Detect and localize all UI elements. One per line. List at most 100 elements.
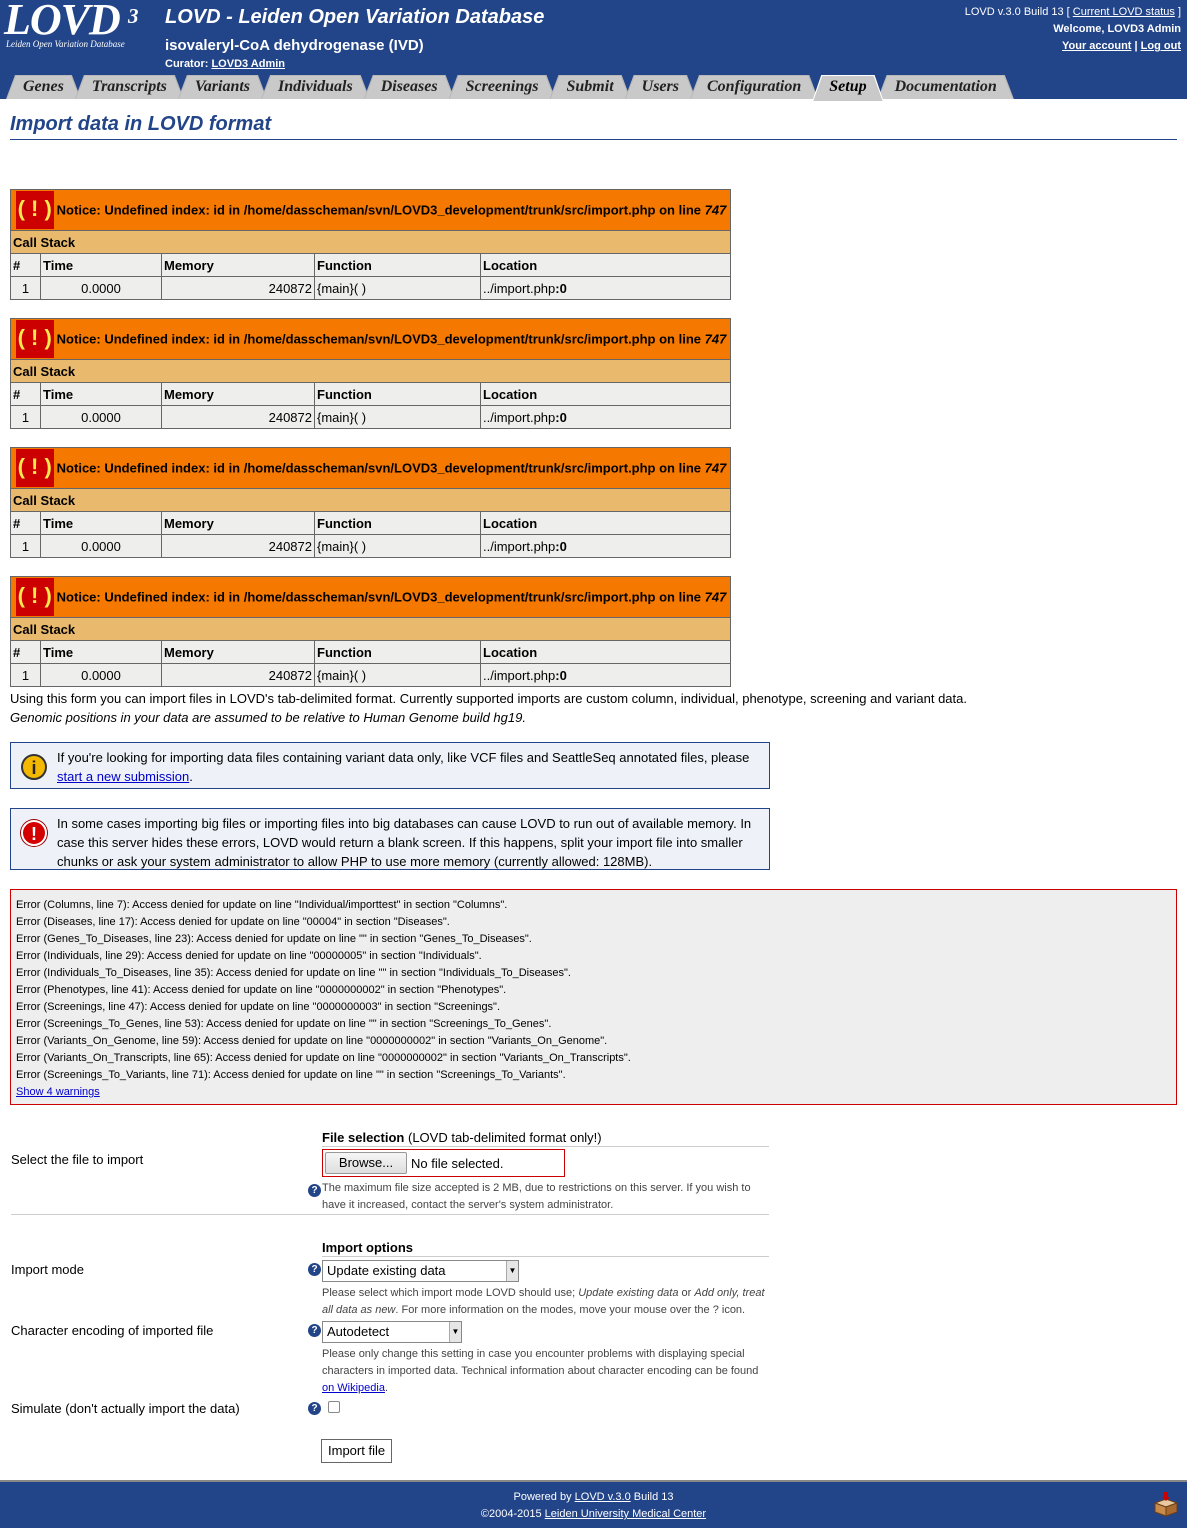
- curator-link[interactable]: LOVD3 Admin: [211, 58, 285, 70]
- column-header: Time: [40, 511, 162, 535]
- tab-transcripts[interactable]: Transcripts: [75, 75, 184, 99]
- page-title: Import data in LOVD format: [10, 113, 272, 135]
- stack-cell: {main}( ): [314, 663, 481, 687]
- stack-cell: ../import.php:0: [480, 405, 731, 429]
- stack-location-line: :0: [555, 280, 567, 296]
- file-input[interactable]: Browse... No file selected.: [322, 1149, 565, 1177]
- stack-cell: ../import.php:0: [480, 663, 731, 687]
- tab-diseases[interactable]: Diseases: [364, 75, 455, 99]
- error-line: Error (Genes_To_Diseases, line 23): Acce…: [16, 933, 532, 945]
- footer-copyright: ©2004-2015 Leiden University Medical Cen…: [0, 1506, 1187, 1523]
- user-panel: LOVD v.3.0 Build 13 [ Current LOVD statu…: [965, 4, 1181, 55]
- lovd-version-link[interactable]: LOVD v.3.0: [575, 1491, 631, 1503]
- column-header: Memory: [161, 511, 315, 535]
- error-line: Error (Diseases, line 17): Access denied…: [16, 916, 450, 928]
- package-icon[interactable]: [1153, 1491, 1179, 1517]
- tab-setup[interactable]: Setup: [812, 75, 883, 101]
- import-mode-select[interactable]: Update existing data ▼: [322, 1260, 519, 1282]
- stack-cell: {main}( ): [314, 534, 481, 558]
- php-notice-table: ( ! ) Notice: Undefined index: id in /hom…: [10, 576, 731, 687]
- exclamation-icon: ( ! ): [15, 191, 54, 229]
- stack-cell: {main}( ): [314, 276, 481, 300]
- charset-select[interactable]: Autodetect ▼: [322, 1321, 462, 1343]
- notice-line-number: 747: [704, 202, 727, 218]
- info-box-vcf: i If you're looking for importing data f…: [10, 742, 770, 789]
- error-line: Error (Variants_On_Genome, line 59): Acc…: [16, 1035, 608, 1047]
- version-suffix: ]: [1177, 6, 1181, 18]
- help-icon[interactable]: ?: [308, 1263, 321, 1276]
- stack-cell: 240872: [161, 276, 315, 300]
- tab-configuration[interactable]: Configuration: [690, 75, 818, 99]
- error-line: Error (Individuals_To_Diseases, line 35)…: [16, 967, 571, 979]
- start-new-submission-link[interactable]: start a new submission: [57, 769, 189, 784]
- stack-cell: 0.0000: [40, 534, 162, 558]
- column-header: Time: [40, 253, 162, 277]
- notice-message: Notice: Undefined index: id in /home/das…: [57, 590, 727, 605]
- lovd-logo[interactable]: LOVD 3 Leiden Open Variation Database: [2, 0, 152, 60]
- notice-text: Notice: Undefined index: id in /home/das…: [56, 202, 701, 218]
- powered-by-text: Powered by: [513, 1491, 572, 1503]
- error-list: Error (Columns, line 7): Access denied f…: [16, 897, 1171, 1084]
- tab-documentation[interactable]: Documentation: [878, 75, 1014, 99]
- current-status-link[interactable]: Current LOVD status: [1073, 6, 1175, 18]
- tab-strip-baseline: [0, 99, 1187, 101]
- stack-cell: 0.0000: [40, 405, 162, 429]
- info-box-memory: ! In some cases importing big files or i…: [10, 808, 770, 870]
- log-out-link[interactable]: Log out: [1141, 40, 1181, 52]
- file-section-heading: File selection (LOVD tab-delimited forma…: [322, 1130, 602, 1145]
- help-icon[interactable]: ?: [308, 1324, 321, 1337]
- help-icon[interactable]: ?: [308, 1402, 321, 1415]
- warning-icon: !: [21, 820, 47, 846]
- tab-users[interactable]: Users: [625, 75, 696, 99]
- simulate-checkbox[interactable]: [328, 1401, 340, 1413]
- stack-cell: 1: [10, 534, 41, 558]
- version-text: LOVD v.3.0 Build 13 [: [964, 6, 1070, 18]
- stack-location: ../import.php: [483, 280, 556, 296]
- notice-line-number: 747: [704, 460, 727, 476]
- charset-note: Please only change this setting in case …: [322, 1346, 769, 1397]
- stack-cell: 0.0000: [40, 276, 162, 300]
- lumc-link[interactable]: Leiden University Medical Center: [545, 1508, 706, 1520]
- wikipedia-link[interactable]: on Wikipedia: [322, 1382, 385, 1394]
- tab-screenings[interactable]: Screenings: [449, 75, 556, 99]
- help-icon[interactable]: ?: [308, 1184, 321, 1197]
- notice-text: Notice: Undefined index: id in /home/das…: [56, 589, 701, 605]
- stack-cell: ../import.php:0: [480, 534, 731, 558]
- notice-text: Notice: Undefined index: id in /home/das…: [56, 331, 701, 347]
- tab-individuals[interactable]: Individuals: [261, 75, 370, 99]
- stack-cell: 1: [10, 276, 41, 300]
- tab-genes[interactable]: Genes: [6, 75, 81, 99]
- import-file-button[interactable]: Import file: [321, 1439, 393, 1463]
- mode-note-end: . For more information on the modes, mov…: [395, 1304, 746, 1316]
- show-warnings-link[interactable]: Show 4 warnings: [16, 1086, 100, 1098]
- logo-tagline: Leiden Open Variation Database: [6, 39, 125, 49]
- error-line: Error (Screenings, line 47): Access deni…: [16, 1001, 501, 1013]
- php-notice-table: ( ! ) Notice: Undefined index: id in /hom…: [10, 318, 731, 429]
- curator-line: Curator: LOVD3 Admin: [165, 58, 285, 70]
- gene-title: isovaleryl-CoA dehydrogenase (IVD): [165, 37, 424, 54]
- browse-button[interactable]: Browse...: [325, 1152, 407, 1174]
- column-header: #: [10, 382, 41, 406]
- tab-submit[interactable]: Submit: [550, 75, 631, 99]
- notice-message: Notice: Undefined index: id in /home/das…: [57, 461, 727, 476]
- build-text: Build 13: [633, 1491, 674, 1503]
- column-header: Memory: [161, 382, 315, 406]
- column-header: Time: [40, 640, 162, 664]
- intro-text: Using this form you can import files in …: [10, 689, 1180, 727]
- php-notice-table: ( ! ) Notice: Undefined index: id in /hom…: [10, 447, 731, 558]
- file-section-note: (LOVD tab-delimited format only!): [408, 1130, 602, 1145]
- stack-location-line: :0: [555, 409, 567, 425]
- curator-label: Curator:: [165, 58, 209, 70]
- file-status: No file selected.: [411, 1156, 504, 1171]
- column-header: #: [10, 511, 41, 535]
- charset-note-end: .: [384, 1382, 389, 1394]
- import-mode-label: Import mode: [11, 1262, 84, 1277]
- your-account-link[interactable]: Your account: [1062, 40, 1131, 52]
- stack-location: ../import.php: [483, 538, 556, 554]
- notice-line-number: 747: [704, 589, 727, 605]
- tab-variants[interactable]: Variants: [178, 75, 267, 99]
- call-stack-heading: Call Stack: [10, 230, 731, 254]
- column-header: Location: [480, 640, 731, 664]
- stack-cell: {main}( ): [314, 405, 481, 429]
- column-header: Location: [480, 511, 731, 535]
